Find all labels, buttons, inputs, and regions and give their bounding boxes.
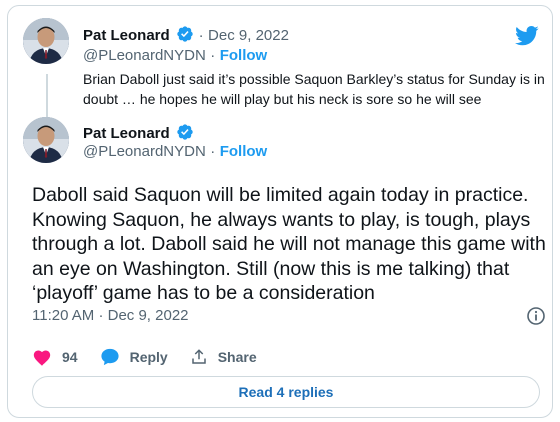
separator-dot: · [210, 47, 216, 64]
tweet-actions-bar: 94 Reply Share [32, 346, 279, 368]
twitter-bird-icon[interactable] [515, 26, 539, 51]
separator-dot: · [198, 27, 204, 44]
follow-button[interactable]: Follow [220, 143, 268, 160]
verified-badge-icon [176, 25, 194, 48]
speech-bubble-icon [100, 348, 119, 366]
share-upload-icon [191, 349, 206, 364]
tweet-timestamp[interactable]: 11:20 AM · Dec 9, 2022 [32, 307, 189, 324]
thread-connector-line [46, 74, 48, 120]
quoted-author-name[interactable]: Pat Leonard [83, 27, 170, 44]
tweet-text: Daboll said Saquon will be limited again… [32, 184, 546, 305]
tweet-date[interactable]: Dec 9, 2022 [108, 307, 189, 324]
read-replies-button[interactable]: Read 4 replies [32, 376, 540, 408]
quoted-tweet-text: Brian Daboll just said it’s possible Saq… [83, 71, 545, 107]
reply-label: Reply [129, 349, 168, 365]
author-avatar[interactable] [23, 117, 69, 163]
tweet-time[interactable]: 11:20 AM [32, 307, 94, 324]
author-name[interactable]: Pat Leonard [83, 125, 170, 142]
separator-dot: · [98, 307, 104, 324]
quoted-author-avatar[interactable] [23, 18, 69, 64]
info-icon[interactable] [526, 306, 546, 331]
tweet-embed-card: Pat Leonard · Dec 9, 2022 @PLeonardNYDN … [7, 5, 553, 418]
reply-button[interactable]: Reply [100, 348, 168, 366]
like-button[interactable]: 94 [32, 348, 78, 366]
author-handle[interactable]: @PLeonardNYDN [83, 143, 206, 160]
share-button[interactable]: Share [190, 348, 257, 366]
quoted-tweet-date[interactable]: Dec 9, 2022 [208, 27, 289, 44]
heart-icon [33, 350, 51, 366]
like-count: 94 [62, 349, 78, 365]
quoted-author-handle[interactable]: @PLeonardNYDN [83, 47, 206, 64]
share-label: Share [217, 349, 257, 365]
quoted-follow-button[interactable]: Follow [220, 47, 268, 64]
separator-dot: · [210, 143, 216, 160]
